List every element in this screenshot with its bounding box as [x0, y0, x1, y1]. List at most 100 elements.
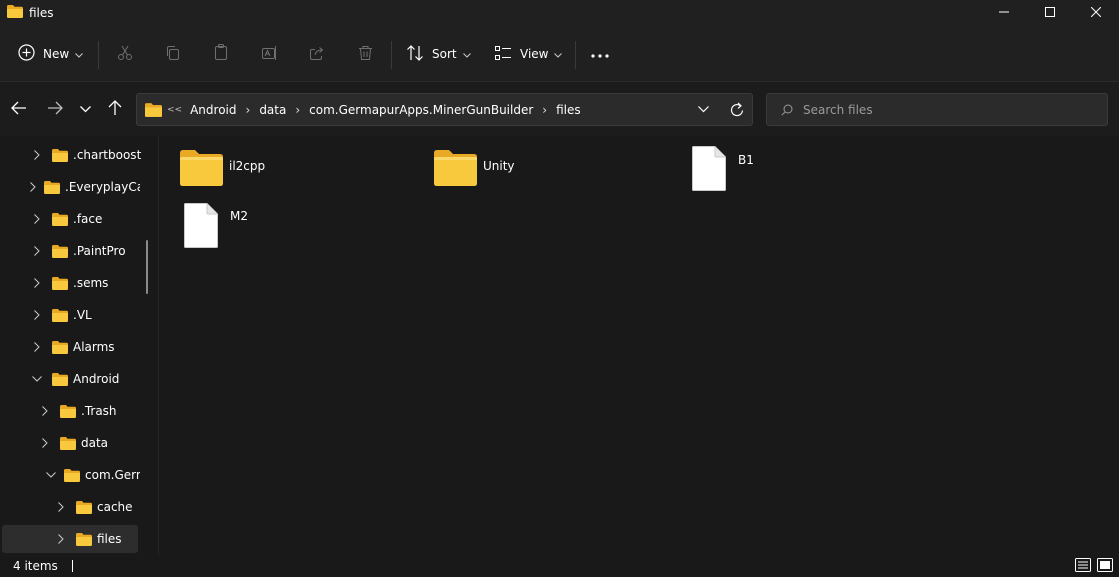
search-input[interactable]	[803, 102, 1083, 117]
minimize-icon	[999, 6, 1009, 20]
share-icon	[309, 45, 325, 64]
arrow-up-icon	[108, 99, 122, 119]
folder-icon	[52, 244, 68, 258]
tree-item-label: data	[81, 436, 109, 450]
tree-item-face[interactable]: .face	[30, 205, 140, 233]
chevron-right-icon[interactable]	[30, 214, 44, 224]
recent-locations-button[interactable]	[72, 96, 98, 122]
cut-icon	[117, 45, 133, 64]
new-button[interactable]: New	[18, 38, 88, 70]
folder-item-unity[interactable]: Unity	[434, 150, 515, 189]
tree-item-paintpro[interactable]: .PaintPro	[30, 237, 140, 265]
tree-item-alarms[interactable]: Alarms	[30, 333, 140, 361]
blank-file-icon	[184, 203, 218, 251]
tree-item-label: files	[97, 532, 122, 546]
chevron-right-icon[interactable]	[54, 534, 68, 544]
folder-icon	[64, 468, 80, 482]
refresh-icon[interactable]	[730, 102, 744, 117]
chevron-right-icon[interactable]	[30, 150, 44, 160]
folder-icon	[44, 180, 60, 194]
copy-button[interactable]	[162, 38, 184, 70]
delete-icon	[358, 45, 373, 64]
chevron-right-icon[interactable]	[30, 310, 44, 320]
tree-item-sems[interactable]: .sems	[30, 269, 140, 297]
file-name: Unity	[483, 159, 515, 173]
folder-icon	[145, 102, 162, 117]
paste-button[interactable]	[210, 38, 232, 70]
breadcrumb-android[interactable]: Android	[190, 103, 236, 117]
chevron-right-icon[interactable]	[30, 278, 44, 288]
search-box[interactable]	[766, 93, 1108, 126]
tree-item-com-germ[interactable]: com.Germ	[46, 461, 140, 489]
rename-icon	[261, 45, 278, 64]
maximize-button[interactable]	[1027, 0, 1073, 26]
tree-item-chartboost[interactable]: .chartboost	[30, 141, 145, 169]
chevron-right-icon[interactable]	[38, 438, 52, 448]
folder-icon	[52, 308, 68, 322]
cut-button[interactable]	[114, 38, 136, 70]
chevron-down-icon[interactable]	[46, 472, 56, 478]
thumbnail-view-button[interactable]	[1096, 557, 1114, 575]
chevron-right-icon[interactable]	[30, 342, 44, 352]
folder-icon	[52, 372, 68, 386]
title-bar: files	[0, 0, 1119, 26]
folder-icon	[60, 404, 76, 418]
rename-button[interactable]	[258, 38, 280, 70]
breadcrumb-overflow[interactable]: <<	[167, 105, 182, 115]
more-icon	[591, 47, 609, 61]
delete-button[interactable]	[354, 38, 376, 70]
chevron-down-icon[interactable]	[30, 376, 44, 382]
view-list-icon	[495, 45, 512, 63]
share-button[interactable]	[306, 38, 328, 70]
tree-item-label: .chartboost	[73, 148, 142, 162]
tree-item-everyplay[interactable]: .EveryplayCa	[30, 173, 140, 201]
folder-icon	[76, 532, 92, 546]
status-separator	[71, 560, 73, 572]
chevron-down-icon	[79, 102, 91, 116]
tree-item-vl[interactable]: .VL	[30, 301, 140, 329]
sort-button[interactable]: Sort	[406, 38, 472, 70]
chevron-right-icon[interactable]	[30, 246, 44, 256]
file-item-b1[interactable]: B1	[692, 146, 754, 194]
tree-item-data[interactable]: data	[38, 429, 142, 457]
breadcrumb-package[interactable]: com.GermapurApps.MinerGunBuilder	[309, 103, 533, 117]
address-bar[interactable]: << Android › data › com.GermapurApps.Min…	[136, 93, 753, 126]
back-button[interactable]	[6, 96, 32, 122]
file-item-m2[interactable]: M2	[184, 203, 248, 251]
tree-item-trash[interactable]: .Trash	[38, 397, 142, 425]
breadcrumb-files[interactable]: files	[556, 103, 581, 117]
status-bar: 4 items	[0, 555, 1119, 577]
navigation-pane: .chartboost .EveryplayCa .face .PaintPro…	[0, 136, 158, 555]
blank-file-icon	[692, 146, 726, 194]
nav-scrollbar[interactable]	[146, 240, 148, 294]
tree-item-label: .face	[73, 212, 103, 226]
tree-item-android[interactable]: Android	[30, 365, 140, 393]
chevron-right-icon: ›	[295, 102, 301, 117]
up-button[interactable]	[102, 96, 128, 122]
view-button[interactable]: View	[495, 38, 565, 70]
folder-icon	[180, 150, 223, 189]
tree-item-files[interactable]: files	[2, 525, 138, 553]
close-button[interactable]	[1073, 0, 1119, 26]
thumbnail-view-icon	[1097, 557, 1113, 575]
chevron-right-icon: ›	[245, 102, 251, 117]
chevron-right-icon[interactable]	[54, 502, 68, 512]
more-options-button[interactable]	[589, 38, 611, 70]
breadcrumb-data[interactable]: data	[259, 103, 286, 117]
folder-icon	[60, 436, 76, 450]
folder-item-il2cpp[interactable]: il2cpp	[180, 150, 265, 189]
address-dropdown-icon[interactable]	[698, 106, 709, 113]
forward-button[interactable]	[42, 96, 68, 122]
minimize-button[interactable]	[981, 0, 1027, 26]
paste-icon	[213, 44, 229, 64]
item-count: 4 items	[13, 559, 58, 573]
chevron-right-icon[interactable]	[38, 406, 52, 416]
tree-item-cache[interactable]: cache	[54, 493, 140, 521]
chevron-right-icon[interactable]	[30, 182, 36, 192]
chevron-down-icon	[462, 47, 471, 61]
details-view-icon	[1075, 557, 1091, 575]
toolbar-separator	[575, 41, 576, 69]
folder-icon	[52, 212, 68, 226]
chevron-right-icon: ›	[542, 102, 548, 117]
details-view-button[interactable]	[1074, 557, 1092, 575]
